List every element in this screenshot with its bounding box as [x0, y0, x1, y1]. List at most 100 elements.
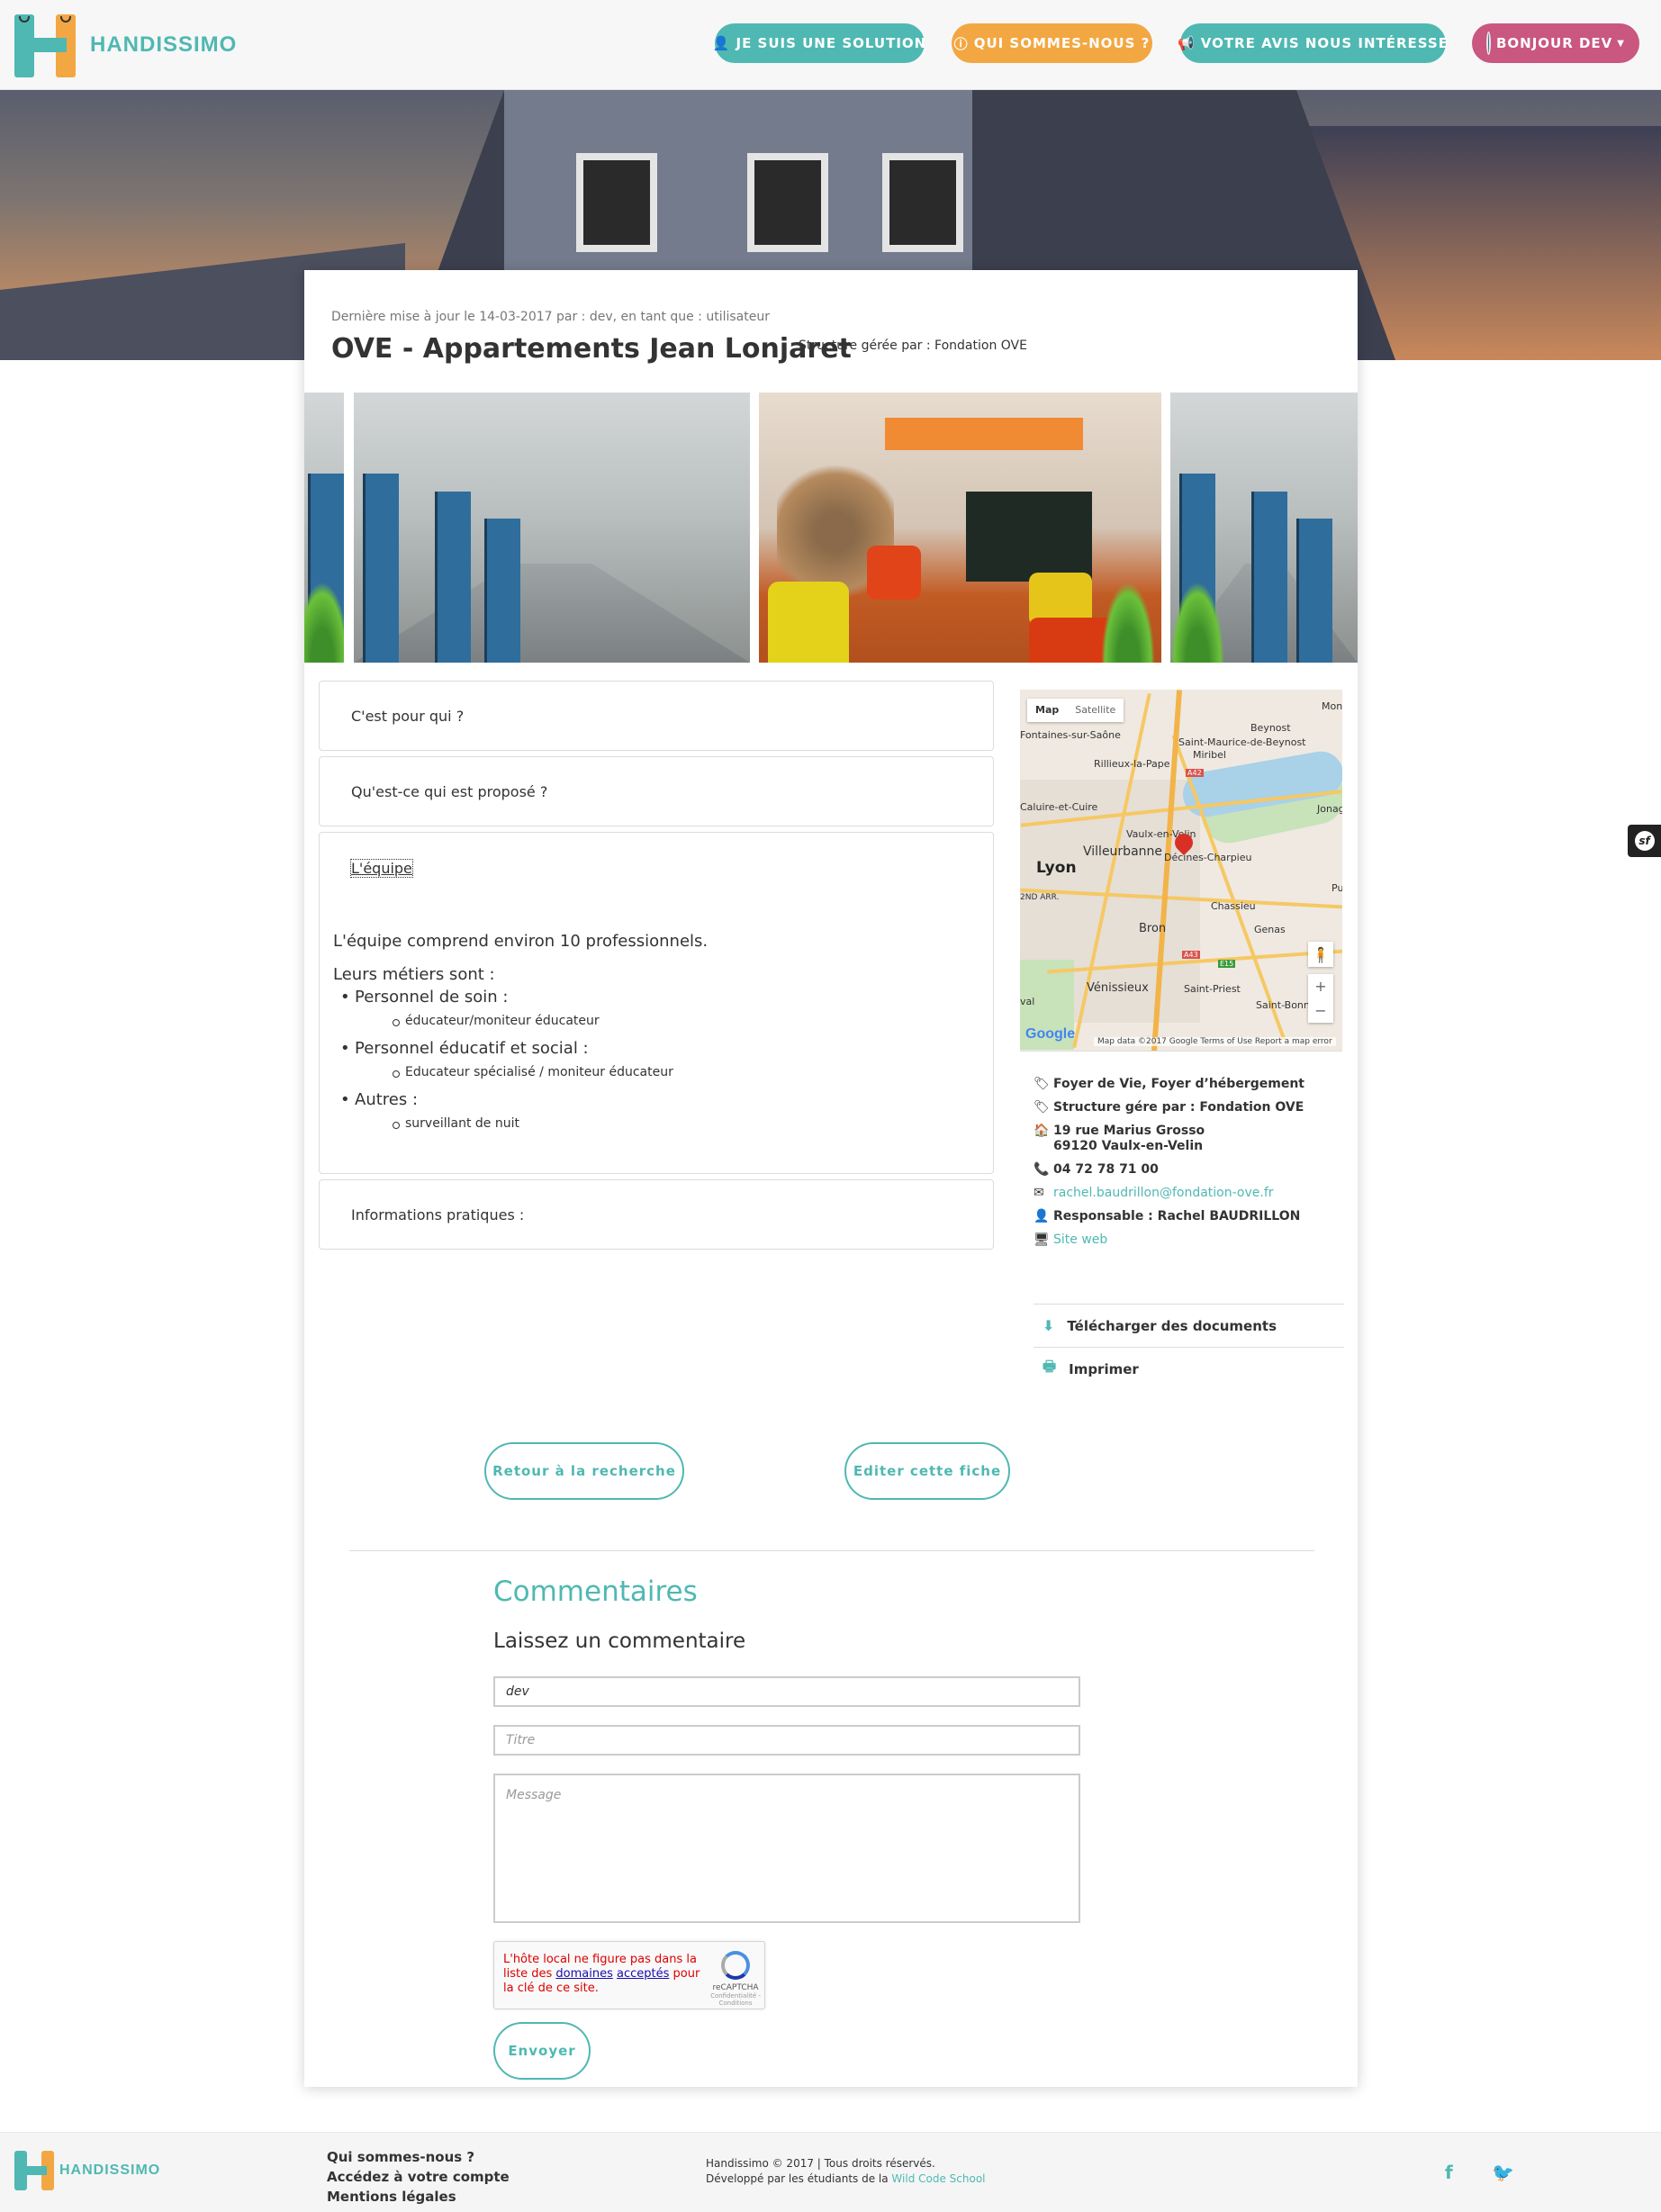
- map-label: Beynost: [1250, 722, 1291, 734]
- recaptcha-brand: reCAPTCHA: [712, 1983, 759, 1992]
- recaptcha-accepted-link[interactable]: acceptés: [617, 1967, 669, 1981]
- map-label: Saint-Maurice-de-Beynost: [1178, 736, 1306, 748]
- map-label: Lyon: [1036, 859, 1077, 877]
- twitter-icon[interactable]: 🐦: [1492, 2162, 1514, 2183]
- photo-carousel[interactable]: [304, 393, 1358, 663]
- map-label: Genas: [1254, 924, 1286, 935]
- tag-icon: 🏷: [1034, 1100, 1050, 1115]
- footer-logo[interactable]: HANDISSIMO: [14, 2151, 160, 2190]
- accordion-team-label: L'équipe: [350, 859, 413, 878]
- download-icon: ⬇: [1043, 1317, 1055, 1334]
- developed-by-text: Développé par les étudiants de la: [706, 2172, 892, 2185]
- footer: HANDISSIMO Qui sommes-nous ? Accédez à v…: [0, 2132, 1661, 2212]
- nav-feedback-button[interactable]: 📢 VOTRE AVIS NOUS INTÉRESSE: [1178, 23, 1449, 63]
- info-manager: Responsable : Rachel BAUDRILLON: [1053, 1209, 1301, 1223]
- map-label: Décines-Charpieu: [1164, 852, 1252, 863]
- back-to-search-button[interactable]: Retour à la recherche: [484, 1442, 684, 1500]
- accordion-who[interactable]: C'est pour qui ?: [319, 681, 994, 751]
- print-link[interactable]: 🖶 Imprimer: [1034, 1347, 1344, 1390]
- logo-icon: [14, 13, 79, 77]
- brand-logo[interactable]: HANDISSIMO: [14, 13, 237, 77]
- comment-author-input[interactable]: dev: [493, 1676, 1080, 1707]
- symfony-toolbar-toggle[interactable]: sf: [1628, 825, 1661, 857]
- comment-message-textarea[interactable]: Message: [493, 1774, 1080, 1923]
- map-label: Vénissieux: [1087, 981, 1149, 995]
- divider: [349, 1550, 1314, 1551]
- map-label: A43: [1182, 951, 1200, 959]
- map-label: Rillieux-la-Pape: [1094, 758, 1170, 770]
- desktop-icon: 🖥: [1034, 1232, 1050, 1247]
- map-label: Bron: [1139, 922, 1167, 935]
- printer-icon: 🖶: [1043, 1358, 1057, 1375]
- map-type-control[interactable]: Map Satellite: [1027, 699, 1124, 722]
- location-map[interactable]: Map Satellite Fontaines-sur-Saône Beynos…: [1020, 690, 1342, 1052]
- map-type-map[interactable]: Map: [1027, 699, 1067, 722]
- download-documents-link[interactable]: ⬇ Télécharger des documents: [1034, 1304, 1344, 1347]
- footer-link-account[interactable]: Accédez à votre compte: [327, 2167, 510, 2187]
- gallery-photo[interactable]: [1170, 393, 1358, 663]
- wild-code-school-link[interactable]: Wild Code School: [891, 2172, 985, 2185]
- facebook-icon[interactable]: f: [1445, 2162, 1453, 2183]
- map-type-satellite[interactable]: Satellite: [1067, 699, 1124, 722]
- map-attribution[interactable]: Map data ©2017 Google Terms of Use Repor…: [1094, 1037, 1336, 1046]
- comment-title-input[interactable]: Titre: [493, 1725, 1080, 1756]
- info-structure: Structure gére par : Fondation OVE: [1053, 1100, 1304, 1115]
- nav-feedback-label: VOTRE AVIS NOUS INTÉRESSE: [1200, 35, 1449, 51]
- accordion-practical[interactable]: Informations pratiques :: [319, 1179, 994, 1250]
- nav-solution-button[interactable]: 👤 JE SUIS UNE SOLUTION: [713, 23, 925, 63]
- download-label: Télécharger des documents: [1067, 1317, 1277, 1334]
- map-label: Jonag: [1317, 803, 1342, 815]
- logo-icon: [14, 2151, 54, 2190]
- user-menu-button[interactable]: BONJOUR DEV ▼: [1472, 23, 1639, 63]
- nav-about-button[interactable]: ⓘ QUI SOMMES-NOUS ?: [952, 23, 1152, 63]
- comments-title: Commentaires: [493, 1575, 698, 1608]
- team-role: Personnel éducatif et social :: [340, 1039, 708, 1058]
- info-category: Foyer de Vie, Foyer d’hébergement: [1053, 1077, 1304, 1091]
- gallery-photo[interactable]: [759, 393, 1161, 663]
- map-zoom-control[interactable]: + −: [1308, 974, 1333, 1023]
- megaphone-icon: 📢: [1178, 35, 1196, 51]
- managed-by: Structure gérée par : Fondation OVE: [799, 339, 1027, 353]
- recaptcha-widget[interactable]: L'hôte local ne figure pas dans la liste…: [493, 1941, 765, 2009]
- recaptcha-domains-link[interactable]: domaines: [555, 1967, 612, 1981]
- send-comment-button[interactable]: Envoyer: [493, 2022, 591, 2080]
- footer-brand-name: HANDISSIMO: [59, 2162, 161, 2178]
- gallery-photo[interactable]: [304, 393, 344, 663]
- map-label: Mon: [1322, 700, 1342, 712]
- pegman-icon[interactable]: 🧍: [1308, 942, 1333, 967]
- info-address-line1: 19 rue Marius Grosso: [1053, 1124, 1205, 1138]
- accordion-team[interactable]: L'équipe L'équipe comprend environ 10 pr…: [319, 832, 994, 1174]
- nav-about-label: QUI SOMMES-NOUS ?: [973, 35, 1151, 51]
- gallery-photo[interactable]: [354, 393, 750, 663]
- team-role-detail: Educateur spécialisé / moniteur éducateu…: [392, 1065, 708, 1079]
- map-label: E15: [1218, 960, 1236, 968]
- avatar: [1486, 32, 1491, 55]
- accordion-offer[interactable]: Qu'est-ce qui est proposé ?: [319, 756, 994, 826]
- zoom-in-button[interactable]: +: [1314, 978, 1326, 995]
- recaptcha-error: L'hôte local ne figure pas dans la liste…: [503, 1953, 701, 1996]
- map-label: Fontaines-sur-Saône: [1020, 729, 1121, 741]
- map-label: Saint-Priest: [1184, 983, 1241, 995]
- tag-icon: 🏷: [1034, 1077, 1050, 1091]
- map-label: Villeurbanne: [1083, 844, 1163, 859]
- map-label: 2ND ARR.: [1020, 893, 1060, 902]
- footer-link-legal[interactable]: Mentions légales: [327, 2187, 510, 2207]
- accordion-practical-label: Informations pratiques :: [351, 1206, 525, 1223]
- footer-copyright: Handissimo © 2017 | Tous droits réservés…: [706, 2156, 986, 2187]
- info-address-line2: 69120 Vaulx-en-Velin: [1053, 1139, 1204, 1153]
- print-label: Imprimer: [1069, 1360, 1139, 1377]
- accordion-who-label: C'est pour qui ?: [351, 708, 465, 725]
- edit-fiche-button[interactable]: Editer cette fiche: [844, 1442, 1010, 1500]
- footer-link-about[interactable]: Qui sommes-nous ?: [327, 2147, 510, 2167]
- map-label: Miribel: [1193, 749, 1226, 761]
- info-email-link[interactable]: rachel.baudrillon@fondation-ove.fr: [1053, 1186, 1274, 1201]
- recaptcha-terms[interactable]: Confidentialité - Conditions: [709, 1992, 763, 2007]
- info-website-link[interactable]: Site web: [1053, 1232, 1107, 1248]
- zoom-out-button[interactable]: −: [1314, 1002, 1326, 1019]
- team-intro: L'équipe comprend environ 10 professionn…: [333, 932, 709, 951]
- team-jobs-label: Leurs métiers sont :: [333, 965, 495, 984]
- brand-name: HANDISSIMO: [90, 32, 238, 57]
- team-role: Autres :: [340, 1090, 708, 1109]
- caret-down-icon: ▼: [1617, 38, 1625, 49]
- team-role-detail: éducateur/moniteur éducateur: [392, 1014, 708, 1028]
